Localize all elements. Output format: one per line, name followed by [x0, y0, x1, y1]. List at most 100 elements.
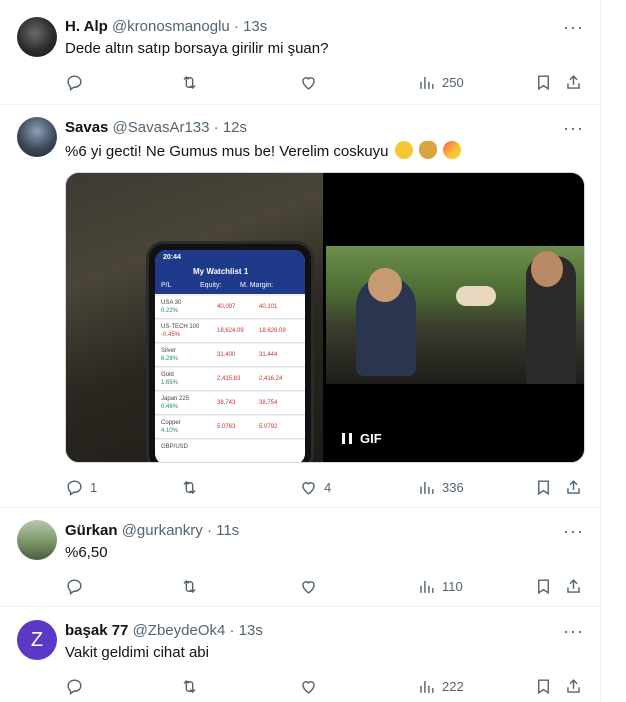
heart-icon — [302, 580, 315, 594]
user-handle[interactable]: @ZbeydeOk4 — [133, 622, 226, 639]
view-count: 110 — [442, 578, 463, 594]
retweet-button[interactable] — [180, 476, 199, 498]
sell-price: 38,743 — [217, 400, 236, 406]
header-col-3: M. Margin: — [240, 282, 274, 289]
person-head-left — [368, 268, 402, 302]
person-head-right — [531, 251, 563, 287]
reply-button[interactable] — [65, 575, 84, 597]
more-options-icon[interactable]: ··· — [563, 522, 583, 544]
more-options-icon[interactable]: ··· — [563, 119, 583, 141]
retweet-icon — [183, 480, 196, 494]
sell-price: 5.0763 — [217, 424, 236, 430]
gif-control[interactable]: GIF — [342, 431, 382, 446]
grinning-face-emoji — [394, 141, 413, 159]
retweet-button[interactable] — [180, 675, 199, 697]
tweet-header: Gürkan @gurkankry · 11s — [65, 522, 239, 539]
display-name[interactable]: H. Alp — [65, 18, 108, 35]
instrument-name: GBP/USD — [161, 444, 189, 450]
view-count: 336 — [442, 479, 464, 495]
display-name[interactable]: Savas — [65, 119, 108, 136]
avatar[interactable]: Z — [17, 620, 57, 660]
tweet[interactable]: Gürkan @gurkankry · 11s ··· %6,50 110 — [0, 508, 600, 607]
retweet-button[interactable] — [180, 71, 199, 93]
media-attachment[interactable]: 20:44 My Watchlist 1 P/L Equity: M. Marg… — [65, 172, 585, 463]
timestamp[interactable]: · 13s — [234, 18, 267, 35]
watchlist-row: USA 30 0.22% 40,097 40,101 — [155, 296, 305, 319]
user-handle[interactable]: @kronosmanoglu — [112, 18, 230, 35]
timestamp[interactable]: · 13s — [230, 622, 263, 639]
tweet-text: %6,50 — [65, 544, 108, 561]
avatar[interactable] — [17, 117, 57, 157]
reply-button[interactable]: 1 — [65, 476, 97, 498]
user-handle[interactable]: @gurkankry — [122, 522, 203, 539]
buy-price: 31.444 — [259, 352, 278, 358]
reply-button[interactable] — [65, 675, 84, 697]
instrument-name: Japan 225 — [161, 396, 190, 402]
instrument-change: 4.10% — [161, 428, 179, 434]
avatar[interactable] — [17, 17, 57, 57]
timestamp[interactable]: · 11s — [207, 522, 239, 539]
sell-price: 40,097 — [217, 304, 236, 310]
reply-count: 1 — [90, 479, 98, 495]
views-button[interactable]: 110 — [417, 575, 463, 597]
reply-icon — [67, 678, 82, 695]
views-button[interactable]: 222 — [417, 675, 464, 697]
sell-price: 31.400 — [217, 352, 236, 358]
watchlist-title: My Watchlist 1 — [193, 267, 249, 276]
views-button[interactable]: 336 — [417, 476, 464, 498]
sell-price: 2,415.83 — [217, 376, 241, 382]
like-button[interactable] — [299, 675, 318, 697]
view-count: 250 — [442, 74, 464, 90]
views-button[interactable]: 250 — [417, 71, 464, 93]
tweet[interactable]: Z başak 77 @ZbeydeOk4 · 13s ··· Vakit ge… — [0, 607, 600, 702]
buy-price: 40,101 — [259, 304, 278, 310]
watchlist-row: Silver 6.28% 31.400 31.444 — [155, 344, 305, 367]
buy-price: 5.0792 — [259, 424, 278, 430]
share-button[interactable] — [564, 675, 583, 697]
pause-icon[interactable] — [342, 433, 352, 444]
like-button[interactable] — [299, 71, 318, 93]
avatar-letter: Z — [30, 628, 44, 651]
like-button[interactable] — [299, 575, 318, 597]
user-handle[interactable]: @SavasAr133 — [113, 119, 210, 136]
party-face-emoji — [442, 141, 461, 159]
photo-phone-watchlist[interactable]: 20:44 My Watchlist 1 P/L Equity: M. Marg… — [66, 173, 323, 462]
watchlist-row: US-TECH 100 -0.45% 18,624.09 18,626.09 — [155, 320, 305, 343]
share-button[interactable] — [564, 575, 583, 597]
display-name[interactable]: başak 77 — [65, 622, 128, 639]
instrument-name: Silver — [161, 348, 177, 354]
gif-label: GIF — [360, 431, 382, 446]
share-button[interactable] — [564, 476, 583, 498]
tweet-actions: 250 — [65, 71, 585, 93]
avatar[interactable] — [17, 520, 57, 560]
bookmark-button[interactable] — [534, 476, 553, 498]
instrument-name: USA 30 — [161, 300, 182, 306]
gif-video[interactable]: GIF — [326, 173, 584, 462]
share-icon — [567, 74, 580, 89]
reply-icon — [67, 479, 82, 496]
share-button[interactable] — [564, 71, 583, 93]
status-time: 20:44 — [163, 254, 181, 261]
like-count: 4 — [324, 479, 332, 495]
more-options-icon[interactable]: ··· — [563, 18, 583, 40]
watchlist-row: Copper 4.10% 5.0763 5.0792 — [155, 416, 305, 439]
bookmark-button[interactable] — [534, 675, 553, 697]
bookmark-icon — [538, 74, 549, 90]
share-icon — [567, 578, 580, 593]
bookmark-icon — [538, 678, 549, 694]
more-options-icon[interactable]: ··· — [563, 622, 583, 644]
tweet-text: Vakit geldimi cihat abi — [65, 644, 209, 661]
reply-button[interactable] — [65, 71, 84, 93]
bookmark-button[interactable] — [534, 71, 553, 93]
timestamp[interactable]: · 12s — [214, 119, 247, 136]
bookmark-button[interactable] — [534, 575, 553, 597]
analytics-icon — [420, 580, 434, 593]
trading-app-screen: 20:44 My Watchlist 1 P/L Equity: M. Marg… — [155, 250, 305, 462]
instrument-name: Copper — [161, 420, 181, 426]
display-name[interactable]: Gürkan — [65, 522, 118, 539]
like-button[interactable]: 4 — [299, 476, 331, 498]
header-col-1: P/L — [161, 282, 172, 289]
tweet[interactable]: H. Alp @kronosmanoglu · 13s ··· Dede alt… — [0, 0, 600, 105]
retweet-button[interactable] — [180, 575, 199, 597]
money-bag-emoji — [418, 141, 437, 159]
